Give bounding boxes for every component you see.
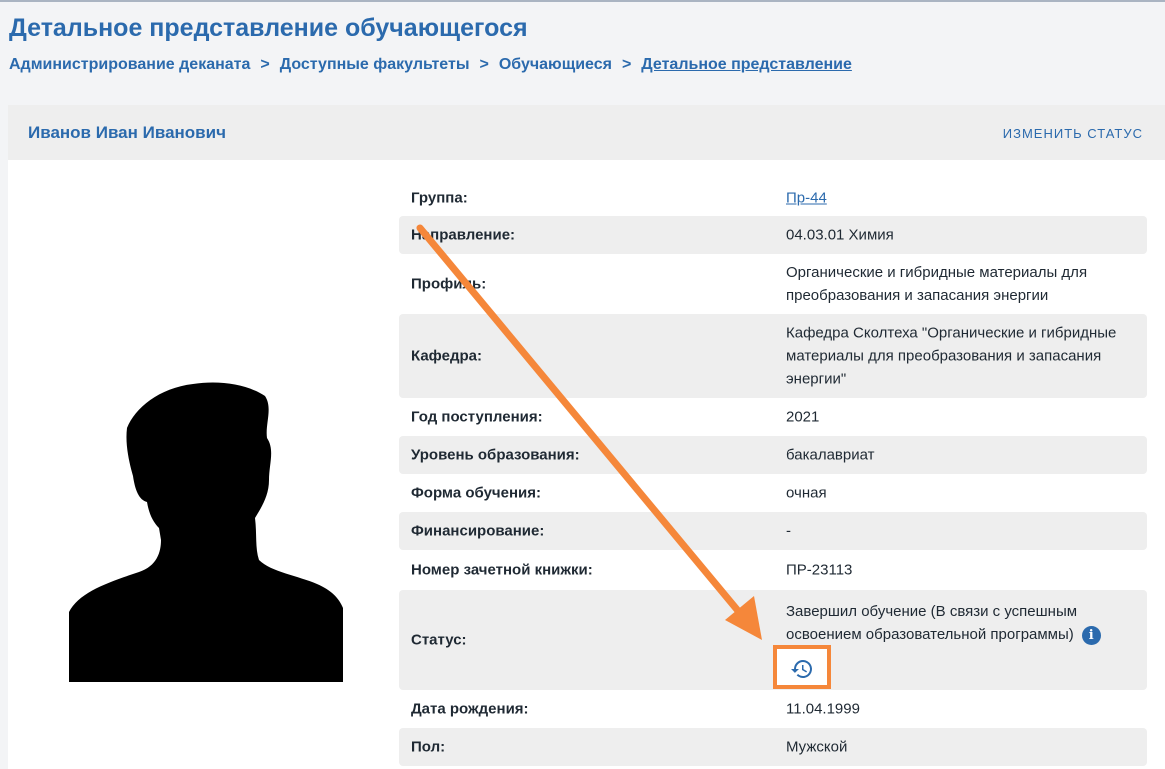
field-row-gender: Пол: Мужской <box>399 728 1147 766</box>
info-icon[interactable]: i <box>1081 625 1101 645</box>
change-status-button[interactable]: ИЗМЕНИТЬ СТАТУС <box>1003 126 1143 141</box>
top-divider <box>0 0 1165 2</box>
student-card: Иванов Иван Иванович ИЗМЕНИТЬ СТАТУС Гру… <box>8 105 1165 769</box>
field-label: Кафедра: <box>411 347 482 365</box>
status-text: Завершил обучение (В связи с успешным ос… <box>786 603 1078 643</box>
field-label: Группа: <box>411 189 468 207</box>
field-value: ПР-23113 <box>786 561 853 579</box>
card-header: Иванов Иван Иванович ИЗМЕНИТЬ СТАТУС <box>8 105 1165 160</box>
field-value: Кафедра Сколтеха "Органические и гибридн… <box>786 324 1117 388</box>
page-title: Детальное представление обучающегося <box>9 14 528 42</box>
field-label: Пол: <box>411 738 446 756</box>
history-icon <box>791 660 812 678</box>
field-value: Мужской <box>786 738 848 756</box>
group-link[interactable]: Пр-44 <box>786 190 827 207</box>
field-value: 2021 <box>786 408 820 426</box>
field-value: Завершил обучение (В связи с успешным ос… <box>786 600 1136 646</box>
field-label: Дата рождения: <box>411 700 529 718</box>
field-value: 11.04.1999 <box>786 700 860 718</box>
history-button[interactable] <box>773 645 831 689</box>
field-label: Финансирование: <box>411 522 545 540</box>
field-value: очная <box>786 484 827 502</box>
breadcrumb-item-students[interactable]: Обучающиеся <box>499 56 612 74</box>
avatar-silhouette <box>69 382 343 682</box>
field-row-group: Группа: Пр-44 <box>399 180 1147 216</box>
field-label: Направление: <box>411 226 516 244</box>
field-label: Номер зачетной книжки: <box>411 561 593 579</box>
field-row-birth-date: Дата рождения: 11.04.1999 <box>399 690 1147 728</box>
field-row-direction: Направление: 04.03.01 Химия <box>399 216 1147 254</box>
field-label: Статус: <box>411 631 467 649</box>
field-label: Профиль: <box>411 275 487 293</box>
breadcrumb-item-detail[interactable]: Детальное представление <box>641 56 852 74</box>
breadcrumb-separator: > <box>621 56 632 73</box>
breadcrumb-item-faculties[interactable]: Доступные факультеты <box>280 56 470 74</box>
field-row-admission-year: Год поступления: 2021 <box>399 398 1147 436</box>
field-row-study-form: Форма обучения: очная <box>399 474 1147 512</box>
breadcrumb-separator: > <box>260 56 270 73</box>
field-row-record-book: Номер зачетной книжки: ПР-23113 <box>399 550 1147 590</box>
field-value: Пр-44 <box>786 187 1136 210</box>
field-label: Уровень образования: <box>411 446 580 464</box>
field-value: бакалавриат <box>786 446 875 464</box>
breadcrumb-separator: > <box>479 56 489 73</box>
field-value: Органические и гибридные материалы для п… <box>786 264 1088 304</box>
breadcrumb: Администрирование деканата > Доступные ф… <box>9 56 852 74</box>
field-value: 04.03.01 Химия <box>786 226 894 244</box>
student-name: Иванов Иван Иванович <box>28 123 226 142</box>
breadcrumb-item-dean-admin[interactable]: Администрирование деканата <box>9 56 250 74</box>
field-row-department: Кафедра: Кафедра Сколтеха "Органические … <box>399 314 1147 398</box>
field-row-profile: Профиль: Органические и гибридные матери… <box>399 254 1147 314</box>
field-label: Форма обучения: <box>411 484 541 502</box>
field-label: Год поступления: <box>411 408 543 426</box>
field-value: - <box>786 522 791 540</box>
field-row-financing: Финансирование: - <box>399 512 1147 550</box>
field-row-education-level: Уровень образования: бакалавриат <box>399 436 1147 474</box>
